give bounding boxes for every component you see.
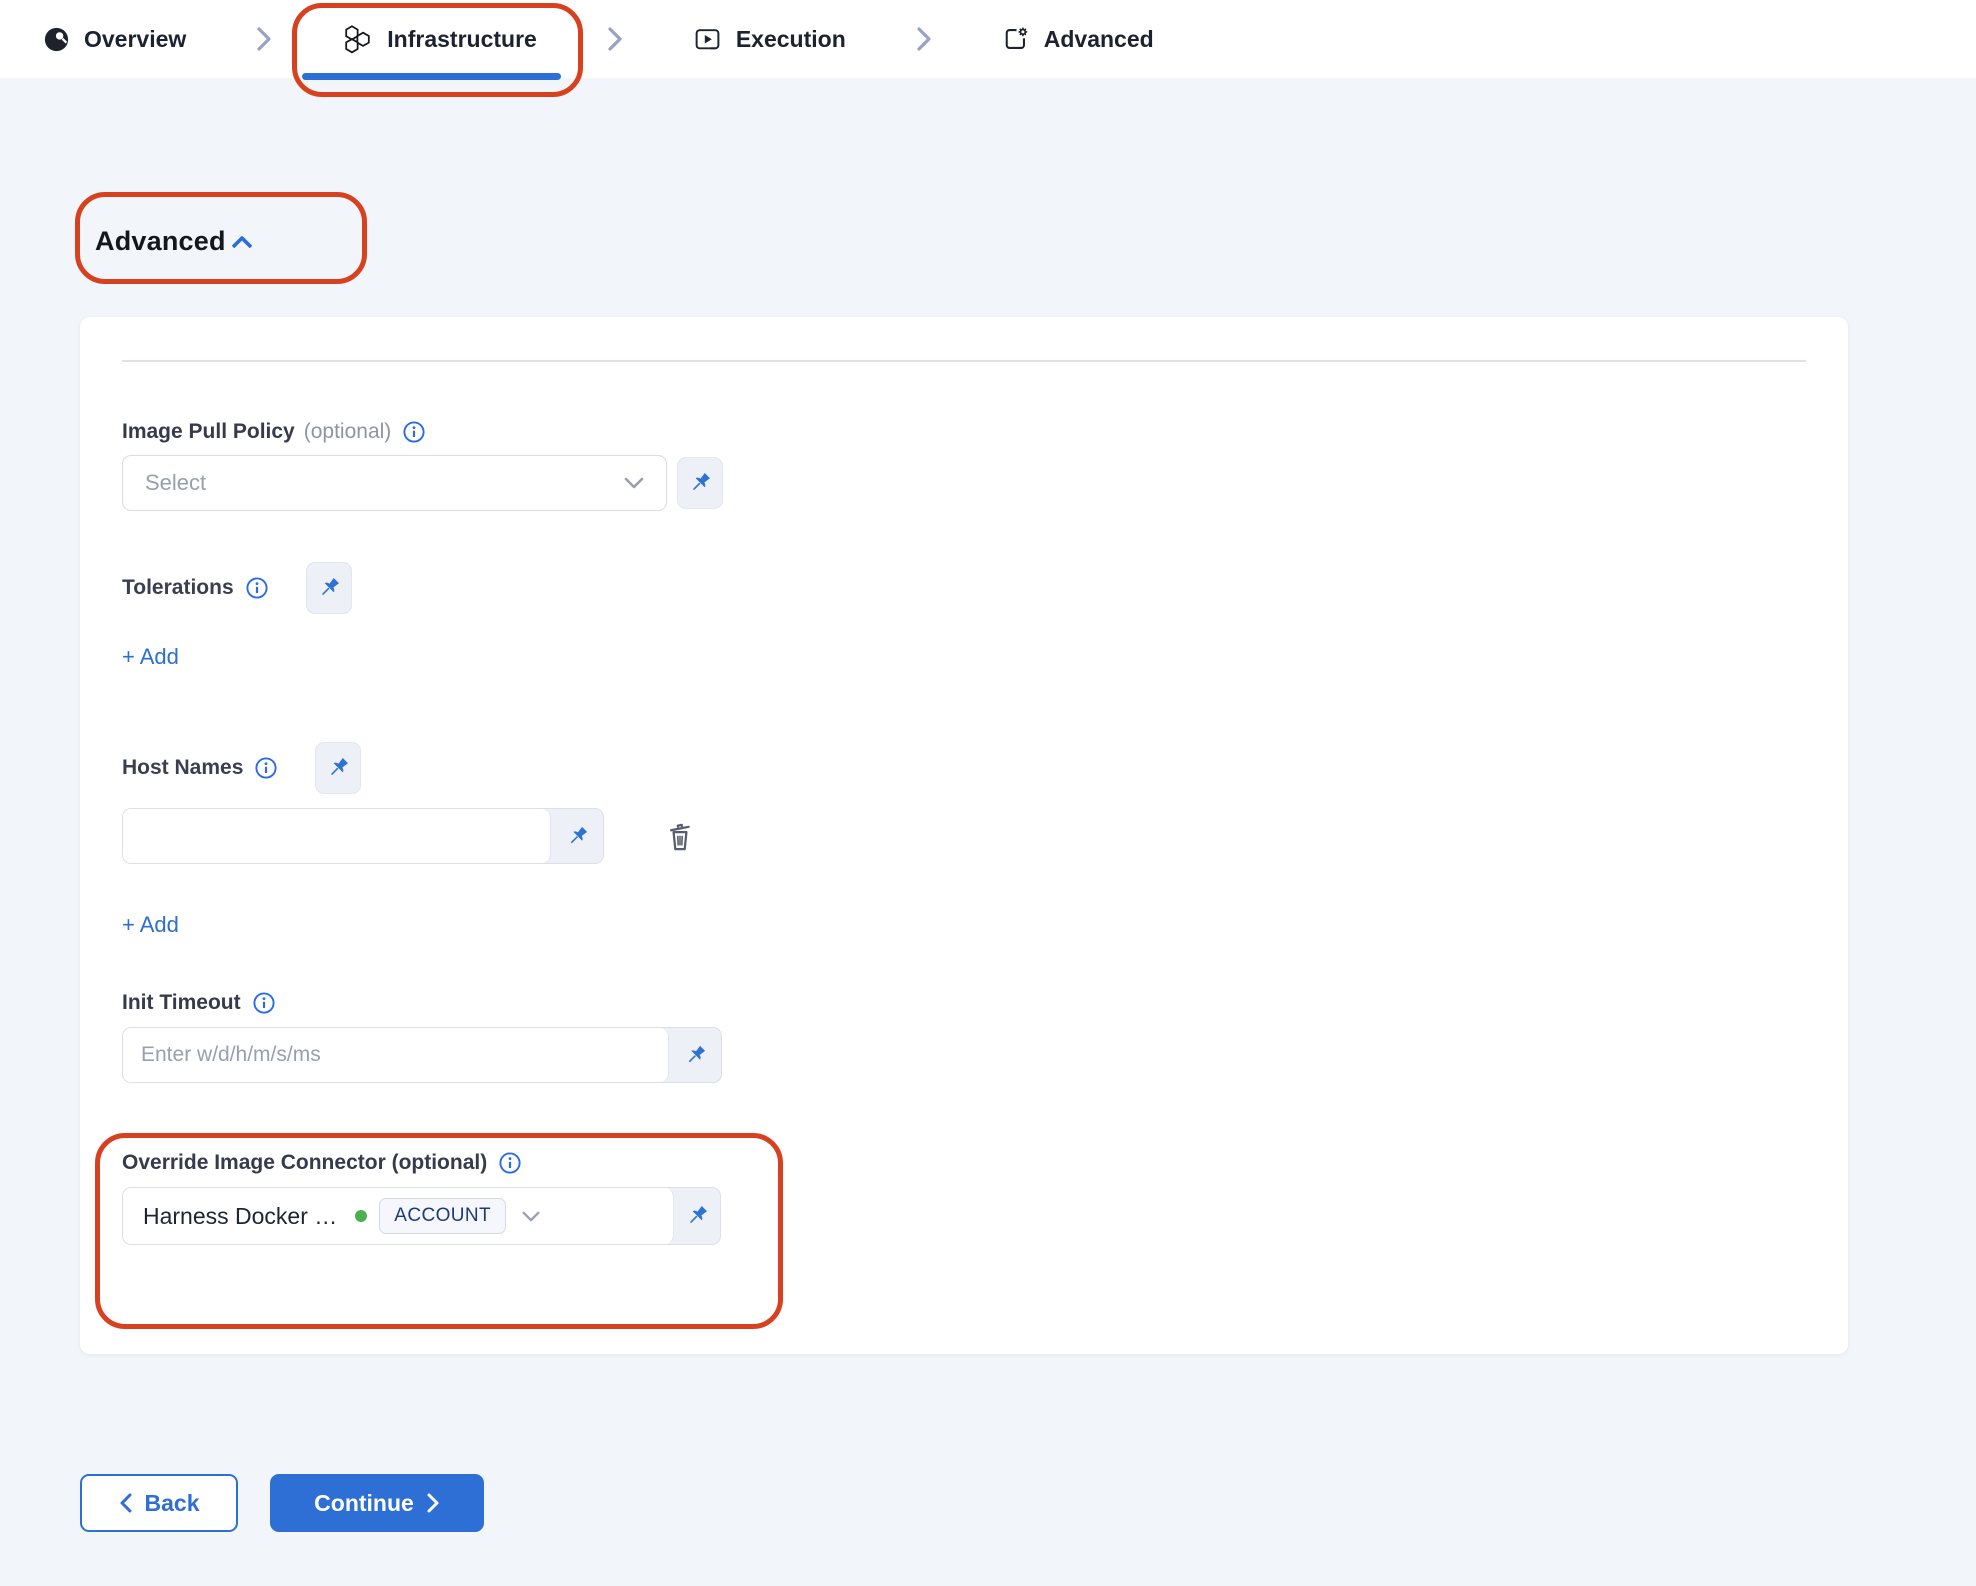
image-pull-policy-info-icon[interactable] [402, 420, 426, 444]
stage-tabbar: Overview Infrastructure [0, 0, 1976, 78]
chevron-right-icon [914, 25, 934, 53]
connector-status-dot [355, 1210, 367, 1222]
init-timeout-label: Init Timeout [122, 991, 241, 1015]
init-timeout-info-icon[interactable] [252, 991, 276, 1015]
chevron-right-icon [605, 25, 625, 53]
tolerations-pin-button[interactable] [306, 562, 352, 614]
tolerations-add-button[interactable]: + Add [122, 644, 179, 670]
override-image-connector-field: Harness Docker … ACCOUNT [122, 1187, 721, 1245]
card-divider [122, 360, 1806, 362]
init-timeout-pin-button[interactable] [669, 1028, 721, 1082]
host-names-add-button[interactable]: + Add [122, 912, 179, 938]
chevron-left-icon [119, 1492, 133, 1514]
chevron-right-icon [254, 25, 274, 53]
chevron-right-icon [426, 1492, 440, 1514]
tolerations-info-icon[interactable] [245, 576, 269, 600]
advanced-icon [1002, 25, 1030, 53]
tab-overview[interactable]: Overview [43, 0, 186, 78]
advanced-section-header[interactable]: Advanced [95, 228, 257, 255]
image-pull-policy-pin-button[interactable] [677, 457, 723, 509]
tab-overview-label: Overview [84, 26, 186, 53]
host-names-label: Host Names [122, 756, 243, 780]
override-image-connector-info-icon[interactable] [498, 1151, 522, 1175]
override-image-connector-select[interactable]: Harness Docker … ACCOUNT [123, 1188, 674, 1244]
host-name-input[interactable] [123, 809, 551, 863]
tab-infrastructure[interactable]: Infrastructure [342, 0, 537, 78]
advanced-settings-card: Image Pull Policy (optional) Select [80, 317, 1848, 1354]
execution-icon [693, 25, 722, 54]
host-names-info-icon[interactable] [254, 756, 278, 780]
active-tab-underline [302, 73, 561, 80]
trash-icon [664, 819, 696, 853]
image-pull-policy-label: Image Pull Policy [122, 420, 295, 444]
pin-icon [683, 1043, 708, 1068]
tolerations-label: Tolerations [122, 576, 234, 600]
image-pull-policy-select-placeholder: Select [145, 470, 622, 496]
continue-button[interactable]: Continue [270, 1474, 484, 1532]
pin-icon [687, 470, 713, 496]
connector-value: Harness Docker … [143, 1203, 337, 1230]
host-names-pin-button[interactable] [315, 742, 361, 794]
image-pull-policy-optional: (optional) [304, 420, 392, 444]
host-name-input-group [122, 808, 604, 864]
chevron-up-icon[interactable] [227, 232, 257, 254]
continue-button-label: Continue [314, 1490, 414, 1517]
host-name-pin-button[interactable] [551, 809, 603, 863]
init-timeout-input[interactable] [123, 1028, 669, 1082]
chevron-down-icon [520, 1209, 542, 1224]
tab-execution[interactable]: Execution [693, 0, 846, 78]
pin-icon [325, 755, 351, 781]
tab-execution-label: Execution [736, 26, 846, 53]
host-name-delete-button[interactable] [664, 819, 696, 853]
image-pull-policy-select[interactable]: Select [122, 455, 667, 511]
back-button-label: Back [145, 1490, 200, 1517]
pin-icon [565, 824, 590, 849]
init-timeout-input-group [122, 1027, 722, 1083]
pin-icon [684, 1203, 710, 1229]
override-image-connector-label: Override Image Connector (optional) [122, 1151, 487, 1175]
pin-icon [316, 575, 342, 601]
override-image-connector-section: Override Image Connector (optional) Harn… [122, 1151, 1806, 1245]
tab-advanced[interactable]: Advanced [1002, 0, 1154, 78]
wizard-footer: Back Continue [80, 1474, 1976, 1532]
chevron-down-icon [622, 475, 646, 491]
tab-advanced-label: Advanced [1044, 26, 1154, 53]
advanced-section-title: Advanced [95, 228, 226, 255]
infrastructure-icon [342, 24, 373, 55]
override-image-connector-pin-button[interactable] [674, 1188, 720, 1244]
tab-infrastructure-label: Infrastructure [387, 26, 537, 53]
connector-scope-badge: ACCOUNT [379, 1198, 506, 1234]
back-button[interactable]: Back [80, 1474, 238, 1532]
overview-icon [43, 26, 70, 53]
infrastructure-stage-screen: Overview Infrastructure [0, 0, 1976, 1586]
